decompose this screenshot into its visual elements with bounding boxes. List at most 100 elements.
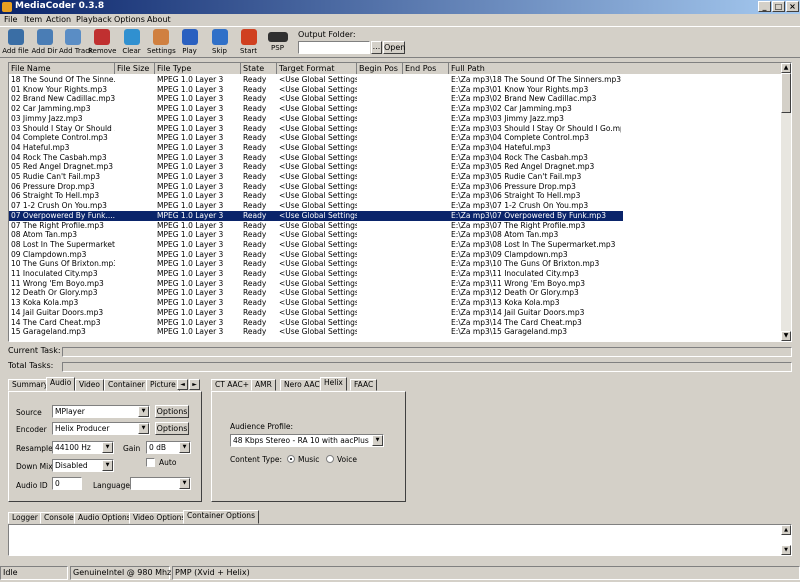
log-scroll-down[interactable]: ▼ <box>781 545 791 555</box>
tab-scroll-right[interactable]: ► <box>189 379 200 390</box>
audio-id-input[interactable]: 0 <box>52 477 82 490</box>
table-row[interactable]: 04 Hateful.mp3 MPEG 1.0 Layer 3 Ready <Use … <box>9 143 623 153</box>
column-target-format[interactable]: Target Format <box>277 63 357 74</box>
skip-button[interactable]: Skip <box>206 28 233 57</box>
table-row[interactable]: 07 1-2 Crush On You.mp3 MPEG 1.0 Layer 3 R… <box>9 201 623 211</box>
maximize-button[interactable]: □ <box>772 1 785 12</box>
browse-button[interactable]: ... <box>371 41 382 54</box>
add-dir-button[interactable]: Add Dir <box>31 28 58 57</box>
menu-file[interactable]: File <box>4 15 17 24</box>
tab-nero-aac[interactable]: Nero AAC <box>280 379 324 391</box>
table-row[interactable]: 06 Pressure Drop.mp3 MPEG 1.0 Layer 3 Read… <box>9 182 623 192</box>
log-output[interactable]: ▲ ▼ <box>8 524 792 556</box>
tab-container[interactable]: Container <box>104 379 149 391</box>
table-row[interactable]: 04 Rock The Casbah.mp3 MPEG 1.0 Layer 3 Re… <box>9 153 623 163</box>
tab-container-options[interactable]: Container Options <box>183 510 259 524</box>
column-begin-pos[interactable]: Begin Pos <box>357 63 403 74</box>
table-row[interactable]: 04 Complete Control.mp3 MPEG 1.0 Layer 3 R… <box>9 133 623 143</box>
play-button[interactable]: Play <box>176 28 203 57</box>
log-scroll-up[interactable]: ▲ <box>781 525 791 535</box>
table-row[interactable]: 02 Brand New Cadillac.mp3 MPEG 1.0 Layer … <box>9 94 623 104</box>
table-cell: <Use Global Settings> <box>279 259 357 269</box>
table-row[interactable]: 02 Car Jamming.mp3 MPEG 1.0 Layer 3 Ready <… <box>9 104 623 114</box>
tab-scroll-left[interactable]: ◄ <box>177 379 188 390</box>
table-row[interactable]: 11 Inoculated City.mp3 MPEG 1.0 Layer 3 Re… <box>9 269 623 279</box>
table-row[interactable]: 03 Should I Stay Or Should ... MPEG 1.0 L… <box>9 124 623 134</box>
tab-audio-options[interactable]: Audio Options <box>74 512 135 524</box>
tab-ct-aac[interactable]: CT AAC+ <box>211 379 254 391</box>
scroll-down-arrow[interactable]: ▼ <box>781 331 791 341</box>
voice-radio[interactable] <box>326 455 334 463</box>
remove-button[interactable]: Remove <box>88 28 116 57</box>
resample-select[interactable]: 44100 Hz ▼ <box>52 441 114 454</box>
output-folder-input[interactable] <box>298 41 370 54</box>
psp-button[interactable]: PSP <box>264 28 291 57</box>
menu-playback[interactable]: Playback <box>76 15 112 24</box>
table-cell: MPEG 1.0 Layer 3 <box>157 230 224 240</box>
encoder-options-button[interactable]: Options <box>155 422 189 435</box>
tab-helix[interactable]: Helix <box>320 377 347 391</box>
table-row[interactable]: 18 The Sound Of The Sinne... MPEG 1.0 Lay… <box>9 75 623 85</box>
table-row[interactable]: 15 Garageland.mp3 MPEG 1.0 Layer 3 Ready <U… <box>9 327 623 337</box>
tab-logger[interactable]: Logger <box>8 512 42 524</box>
menu-action[interactable]: Action <box>46 15 71 24</box>
table-row[interactable]: 06 Straight To Hell.mp3 MPEG 1.0 Layer 3 R… <box>9 191 623 201</box>
file-list[interactable]: File Name File Size File Type State Targ… <box>8 62 792 342</box>
tab-audio[interactable]: Audio <box>46 377 76 391</box>
table-row[interactable]: 09 Clampdown.mp3 MPEG 1.0 Layer 3 Ready <Us… <box>9 250 623 260</box>
table-row[interactable]: 05 Red Angel Dragnet.mp3 MPEG 1.0 Layer 3… <box>9 162 623 172</box>
table-cell: MPEG 1.0 Layer 3 <box>157 75 224 84</box>
auto-checkbox[interactable] <box>146 458 155 467</box>
table-row[interactable]: 08 Lost In The Supermarket... MPEG 1.0 La… <box>9 240 623 250</box>
tab-console[interactable]: Console <box>40 512 78 524</box>
menu-about[interactable]: About <box>147 15 171 24</box>
tab-video[interactable]: Video <box>75 379 105 391</box>
table-row[interactable]: 14 Jail Guitar Doors.mp3 MPEG 1.0 Layer 3… <box>9 308 623 318</box>
table-row[interactable]: 03 Jimmy Jazz.mp3 MPEG 1.0 Layer 3 Ready <U… <box>9 114 623 124</box>
tab-video-options[interactable]: Video Options <box>129 512 190 524</box>
table-row[interactable]: 05 Rudie Can't Fail.mp3 MPEG 1.0 Layer 3 R… <box>9 172 623 182</box>
menu-options[interactable]: Options <box>114 15 145 24</box>
music-radio[interactable] <box>287 455 295 463</box>
table-cell: 03 Jimmy Jazz.mp3 <box>11 113 83 123</box>
language-select[interactable]: ▼ <box>130 477 191 490</box>
settings-button[interactable]: Settings <box>147 28 176 57</box>
close-button[interactable]: × <box>786 1 799 12</box>
column-end-pos[interactable]: End Pos <box>403 63 449 74</box>
scroll-up-arrow[interactable]: ▲ <box>781 63 791 73</box>
minimize-button[interactable]: _ <box>758 1 771 12</box>
clear-button[interactable]: Clear <box>118 28 145 57</box>
table-row[interactable]: 07 The Right Profile.mp3 MPEG 1.0 Layer 3… <box>9 221 623 231</box>
start-button[interactable]: Start <box>235 28 262 57</box>
column-file-name[interactable]: File Name <box>9 63 115 74</box>
downmix-select[interactable]: Disabled ▼ <box>52 459 114 472</box>
gain-select[interactable]: 0 dB ▼ <box>146 441 191 454</box>
source-select[interactable]: MPlayer ▼ <box>52 405 150 418</box>
column-state[interactable]: State <box>241 63 277 74</box>
encoder-select[interactable]: Helix Producer ▼ <box>52 422 150 435</box>
table-row[interactable]: 13 Koka Kola.mp3 MPEG 1.0 Layer 3 Ready <Us… <box>9 298 623 308</box>
table-row[interactable]: 01 Know Your Rights.mp3 MPEG 1.0 Layer 3 R… <box>9 85 623 95</box>
source-options-button[interactable]: Options <box>155 405 189 418</box>
tab-picture[interactable]: Picture <box>146 379 180 391</box>
column-full-path[interactable]: Full Path <box>449 63 783 74</box>
add-track-button[interactable]: Add Track <box>59 28 93 57</box>
table-cell: 05 Rudie Can't Fail.mp3 <box>11 172 100 181</box>
table-row[interactable]: 14 The Card Cheat.mp3 MPEG 1.0 Layer 3 Rea… <box>9 318 623 328</box>
table-row[interactable]: 07 Overpowered By Funk.... MPEG 1.0 Layer… <box>9 210 623 221</box>
file-list-scrollbar[interactable]: ▲ ▼ <box>781 63 791 341</box>
audience-profile-select[interactable]: 48 Kbps Stereo - RA 10 with aacPlus ▼ <box>230 434 384 447</box>
table-cell: 14 Jail Guitar Doors.mp3 <box>11 307 104 317</box>
table-row[interactable]: 08 Atom Tan.mp3 MPEG 1.0 Layer 3 Ready <Use… <box>9 230 623 240</box>
column-file-type[interactable]: File Type <box>155 63 241 74</box>
column-file-size[interactable]: File Size <box>115 63 155 74</box>
menu-item[interactable]: Item <box>24 15 42 24</box>
table-row[interactable]: 10 The Guns Of Brixton.mp3 MPEG 1.0 Layer… <box>9 259 623 269</box>
add-file-button[interactable]: Add file <box>2 28 29 57</box>
scroll-thumb[interactable] <box>781 73 791 113</box>
table-row[interactable]: 12 Death Or Glory.mp3 MPEG 1.0 Layer 3 Rea… <box>9 288 623 298</box>
tab-amr[interactable]: AMR <box>251 379 276 391</box>
tab-faac[interactable]: FAAC <box>350 379 378 391</box>
table-row[interactable]: 11 Wrong 'Em Boyo.mp3 MPEG 1.0 Layer 3 Rea… <box>9 279 623 289</box>
open-button[interactable]: Open <box>383 41 405 54</box>
